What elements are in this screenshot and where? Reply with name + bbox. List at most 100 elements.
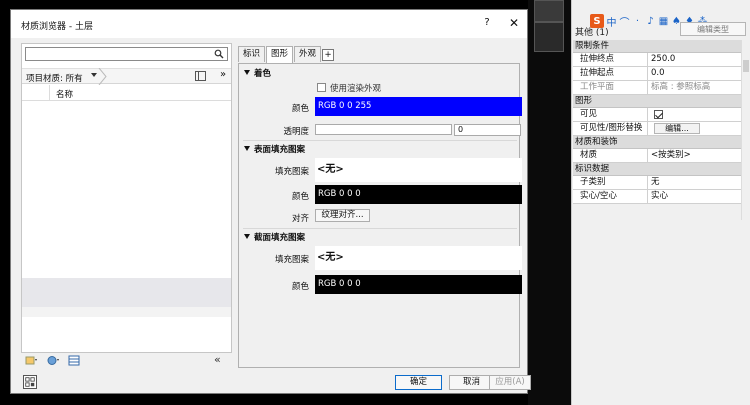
add-asset-tab-button[interactable]: + bbox=[322, 49, 335, 61]
collapse-triangle-icon[interactable] bbox=[244, 70, 250, 75]
search-icon[interactable] bbox=[214, 49, 224, 59]
visible-checkbox[interactable] bbox=[654, 110, 663, 119]
name-column-header[interactable]: 名称 bbox=[56, 88, 73, 100]
section-materials[interactable]: 材质和装饰 bbox=[573, 136, 741, 149]
dropdown-arrow-icon[interactable] bbox=[91, 73, 97, 77]
prop-key: 子类别 bbox=[573, 176, 648, 189]
background-canvas bbox=[528, 0, 571, 405]
left-pane-footer: « bbox=[21, 352, 232, 368]
cancel-button[interactable]: 取消 bbox=[449, 375, 494, 390]
transparency-value[interactable]: 0 bbox=[454, 124, 521, 136]
prop-row[interactable]: 实心/空心 实心 bbox=[573, 190, 741, 204]
edit-type-button[interactable]: 编辑类型 bbox=[680, 22, 746, 36]
tab-appearance[interactable]: 外观 bbox=[294, 46, 322, 62]
collapse-triangle-icon[interactable] bbox=[244, 146, 250, 151]
prop-value-solid-void[interactable]: 实心 bbox=[648, 190, 741, 203]
prop-key: 工作平面 bbox=[573, 81, 648, 94]
prop-row[interactable]: 可见性/图形替换 编辑... bbox=[573, 122, 741, 136]
list-header-icon-column bbox=[22, 85, 50, 101]
dialog-titlebar[interactable]: 材质浏览器 - 土层 ? ✕ bbox=[11, 10, 527, 38]
transparency-slider[interactable] bbox=[315, 124, 452, 135]
properties-scrollbar[interactable] bbox=[741, 40, 750, 220]
help-button[interactable]: ? bbox=[481, 17, 493, 29]
tab-graphics[interactable]: 图形 bbox=[266, 46, 294, 64]
prop-value-material[interactable]: <按类别> bbox=[648, 149, 741, 162]
type-selector-label[interactable]: 其他 (1) bbox=[575, 25, 609, 38]
background-thumbnail bbox=[534, 22, 564, 52]
asset-browser-icon[interactable] bbox=[68, 355, 80, 366]
prop-value-subcategory[interactable]: 无 bbox=[648, 176, 741, 189]
shading-color-swatch[interactable]: RGB 0 0 255 bbox=[315, 97, 522, 116]
type-selector-row: 其他 (1) 编辑类型 bbox=[572, 22, 750, 38]
expand-double-arrow-icon[interactable]: » bbox=[220, 69, 226, 80]
visibility-edit-button[interactable]: 编辑... bbox=[654, 123, 700, 134]
surface-pattern-value[interactable]: <无> bbox=[315, 158, 522, 182]
surface-pattern-header-label: 表面填充图案 bbox=[254, 145, 306, 155]
material-browser-dialog: 材质浏览器 - 土层 ? ✕ 项目材质: 所有 » 名称 « 标识 图形 外观 … bbox=[10, 9, 531, 394]
shading-header-label: 着色 bbox=[254, 69, 272, 79]
use-render-appearance-row[interactable]: 使用渲染外观 bbox=[317, 82, 381, 94]
prop-key: 拉伸终点 bbox=[573, 53, 648, 66]
material-editor-pane: 标识 图形 外观 + 着色 使用渲染外观 颜色 RGB 0 0 255 透明度 … bbox=[238, 43, 522, 368]
transparency-label: 透明度 bbox=[283, 127, 309, 137]
prop-row[interactable]: 子类别 无 bbox=[573, 176, 741, 190]
create-material-icon[interactable] bbox=[47, 355, 59, 366]
surface-color-label: 颜色 bbox=[291, 192, 309, 202]
prop-row: 工作平面 标高 : 参照标高 bbox=[573, 81, 741, 95]
shading-section-header[interactable]: 着色 bbox=[244, 67, 271, 79]
library-filter-row: 项目材质: 所有 » bbox=[22, 68, 231, 85]
prop-value-work-plane: 标高 : 参照标高 bbox=[651, 82, 711, 92]
texture-align-button[interactable]: 纹理对齐... bbox=[315, 209, 370, 222]
prop-value-extrusion-end[interactable]: 250.0 bbox=[648, 53, 741, 66]
prop-row[interactable]: 可见 bbox=[573, 108, 741, 122]
library-manage-icon[interactable] bbox=[25, 355, 37, 366]
cut-color-swatch[interactable]: RGB 0 0 0 bbox=[315, 275, 522, 294]
section-divider bbox=[243, 140, 517, 141]
prop-row[interactable]: 材质 <按类别> bbox=[573, 149, 741, 163]
use-render-appearance-checkbox[interactable] bbox=[317, 83, 326, 92]
section-constraints[interactable]: 限制条件 bbox=[573, 40, 741, 53]
list-header: 名称 bbox=[22, 85, 231, 101]
tab-identity[interactable]: 标识 bbox=[238, 46, 266, 62]
shading-color-label: 颜色 bbox=[291, 104, 309, 114]
ok-button[interactable]: 确定 bbox=[395, 375, 442, 390]
cut-pattern-header-label: 截面填充图案 bbox=[254, 233, 306, 243]
background-thumbnail bbox=[534, 0, 564, 22]
surface-pattern-section-header[interactable]: 表面填充图案 bbox=[244, 143, 305, 155]
prop-value-extrusion-start[interactable]: 0.0 bbox=[648, 67, 741, 80]
prop-row[interactable]: 拉伸终点 250.0 bbox=[573, 53, 741, 67]
prop-value-visible[interactable] bbox=[648, 108, 741, 121]
prop-key: 实心/空心 bbox=[573, 190, 648, 203]
search-input[interactable] bbox=[26, 48, 211, 60]
cut-pattern-section-header[interactable]: 截面填充图案 bbox=[244, 231, 305, 243]
section-graphics[interactable]: 图形 bbox=[573, 95, 741, 108]
cut-color-label: 颜色 bbox=[291, 282, 309, 292]
collapse-triangle-icon[interactable] bbox=[244, 234, 250, 239]
section-identity[interactable]: 标识数据 bbox=[573, 163, 741, 176]
surface-align-label: 对齐 bbox=[291, 214, 309, 224]
prop-key: 拉伸起点 bbox=[573, 67, 648, 80]
view-toggle-icon[interactable] bbox=[195, 71, 206, 81]
prop-key: 可见 bbox=[573, 108, 648, 121]
prop-key: 材质 bbox=[573, 149, 648, 162]
use-render-appearance-label: 使用渲染外观 bbox=[330, 84, 382, 94]
screen: S 中 ⌒ · ♪ ▦ ♠ ♦ ⁂ 其他 (1) 编辑类型 限制条件 拉伸终点 … bbox=[0, 0, 750, 405]
close-button[interactable]: ✕ bbox=[508, 16, 520, 30]
prop-value-visibility: 编辑... bbox=[648, 122, 741, 135]
collapse-pane-icon[interactable]: « bbox=[214, 353, 221, 366]
dialog-title: 材质浏览器 - 土层 bbox=[21, 22, 93, 32]
material-list-pane: 项目材质: 所有 » 名称 bbox=[21, 43, 232, 368]
cut-pattern-value[interactable]: <无> bbox=[315, 246, 522, 270]
list-item[interactable] bbox=[22, 278, 231, 307]
apply-button: 应用(A) bbox=[489, 375, 531, 390]
properties-table: 限制条件 拉伸终点 250.0 拉伸起点 0.0 工作平面 标高 : 参照标高 … bbox=[573, 40, 741, 204]
search-box[interactable] bbox=[25, 47, 228, 61]
surface-color-swatch[interactable]: RGB 0 0 0 bbox=[315, 185, 522, 204]
prop-row[interactable]: 拉伸起点 0.0 bbox=[573, 67, 741, 81]
cut-pattern-label: 填充图案 bbox=[274, 255, 309, 265]
material-settings-icon[interactable] bbox=[23, 375, 37, 389]
library-filter-label[interactable]: 项目材质: 所有 bbox=[26, 72, 83, 84]
properties-panel: S 中 ⌒ · ♪ ▦ ♠ ♦ ⁂ 其他 (1) 编辑类型 限制条件 拉伸终点 … bbox=[571, 0, 750, 405]
scrollbar-thumb[interactable] bbox=[743, 60, 749, 72]
list-item[interactable] bbox=[22, 307, 231, 317]
